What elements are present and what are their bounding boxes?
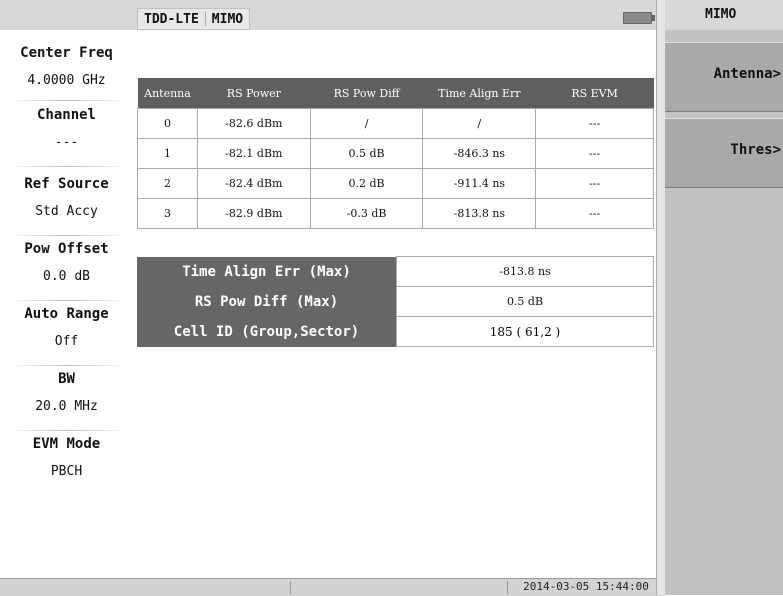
param-label: EVM Mode bbox=[32, 436, 101, 452]
cell: / bbox=[422, 108, 537, 139]
cell: -82.1 dBm bbox=[196, 138, 311, 169]
table-row: 1 -82.1 dBm 0.5 dB -846.3 ns --- bbox=[137, 138, 654, 169]
summary-label: Cell ID (Group,Sector) bbox=[137, 316, 397, 347]
mode-indicator: TDD-LTE MIMO bbox=[137, 8, 251, 30]
cell: 3 bbox=[137, 198, 198, 229]
param-pow-offset[interactable]: Pow Offset 0.0 dB bbox=[0, 241, 133, 284]
cell: -82.4 dBm bbox=[196, 168, 311, 199]
param-ref-source[interactable]: Ref Source Std Accy bbox=[0, 176, 133, 219]
cell: --- bbox=[535, 198, 654, 229]
softkey-panel: MIMO Antenna> Thres> bbox=[665, 0, 783, 595]
param-channel[interactable]: Channel --- bbox=[0, 107, 133, 150]
divider bbox=[8, 300, 128, 301]
param-bw[interactable]: BW 20.0 MHz bbox=[0, 371, 133, 414]
param-evm-mode[interactable]: EVM Mode PBCH bbox=[0, 436, 133, 479]
divider bbox=[8, 235, 128, 236]
divider bbox=[8, 365, 128, 366]
thres-softkey[interactable]: Thres> bbox=[665, 118, 783, 188]
param-auto-range[interactable]: Auto Range Off bbox=[0, 306, 133, 349]
divider bbox=[8, 166, 128, 167]
cell: 2 bbox=[137, 168, 198, 199]
cell: --- bbox=[535, 108, 654, 139]
param-value: 20.0 MHz bbox=[35, 399, 98, 414]
cell: -0.3 dB bbox=[309, 198, 424, 229]
status-bar: 2014-03-05 15:44:00 bbox=[0, 578, 665, 596]
column-header: Antenna bbox=[137, 78, 198, 109]
column-header: Time Align Err bbox=[422, 78, 536, 109]
cell: -813.8 ns bbox=[422, 198, 537, 229]
summary-label: RS Pow Diff (Max) bbox=[137, 286, 397, 317]
summary-value: 185 ( 61,2 ) bbox=[396, 316, 654, 347]
menu-title: MIMO bbox=[665, 0, 783, 30]
param-value: --- bbox=[54, 135, 79, 150]
param-label: Channel bbox=[36, 107, 96, 123]
summary-row: RS Pow Diff (Max) 0.5 dB bbox=[137, 286, 654, 317]
cell: --- bbox=[535, 138, 654, 169]
divider bbox=[8, 100, 128, 101]
summary-value: -813.8 ns bbox=[396, 256, 654, 287]
cell: -846.3 ns bbox=[422, 138, 537, 169]
param-value: 0.0 dB bbox=[43, 269, 90, 284]
param-label: Ref Source bbox=[24, 176, 109, 192]
param-label: Center Freq bbox=[20, 45, 113, 61]
cell: 0.2 dB bbox=[309, 168, 424, 199]
cell: / bbox=[309, 108, 424, 139]
status-datetime: 2014-03-05 15:44:00 bbox=[523, 580, 649, 593]
cell: 0.5 dB bbox=[309, 138, 424, 169]
cell: 1 bbox=[137, 138, 198, 169]
cell: -82.9 dBm bbox=[196, 198, 311, 229]
mode-label: TDD-LTE bbox=[144, 11, 199, 27]
param-value: Off bbox=[54, 334, 79, 349]
param-label: Auto Range bbox=[24, 306, 109, 322]
param-label: BW bbox=[58, 371, 75, 387]
param-label: Pow Offset bbox=[24, 241, 109, 257]
battery-icon bbox=[623, 12, 655, 24]
table-header-row: Antenna RS Power RS Pow Diff Time Align … bbox=[137, 78, 654, 109]
cell: -82.6 dBm bbox=[196, 108, 311, 139]
table-row: 0 -82.6 dBm / / --- bbox=[137, 108, 654, 139]
column-header: RS Pow Diff bbox=[310, 78, 423, 109]
antenna-softkey[interactable]: Antenna> bbox=[665, 42, 783, 112]
parameter-panel: Center Freq 4.0000 GHz Channel --- Ref S… bbox=[0, 30, 133, 578]
cell: --- bbox=[535, 168, 654, 199]
softkey-label: Antenna> bbox=[713, 66, 781, 82]
summary-table: Time Align Err (Max) -813.8 ns RS Pow Di… bbox=[137, 256, 654, 347]
param-value: PBCH bbox=[50, 464, 83, 479]
table-row: 3 -82.9 dBm -0.3 dB -813.8 ns --- bbox=[137, 198, 654, 229]
param-value: Std Accy bbox=[35, 204, 98, 219]
softkey-label: Thres> bbox=[730, 142, 781, 158]
submode-label: MIMO bbox=[211, 11, 244, 27]
status-divider bbox=[290, 581, 291, 594]
summary-row: Time Align Err (Max) -813.8 ns bbox=[137, 256, 654, 287]
column-header: RS Power bbox=[197, 78, 311, 109]
column-header: RS EVM bbox=[535, 78, 654, 109]
param-value: 4.0000 GHz bbox=[27, 73, 106, 88]
summary-row: Cell ID (Group,Sector) 185 ( 61,2 ) bbox=[137, 316, 654, 347]
cell: 0 bbox=[137, 108, 198, 139]
param-center-freq[interactable]: Center Freq 4.0000 GHz bbox=[0, 45, 133, 88]
summary-value: 0.5 dB bbox=[396, 286, 654, 317]
top-bar: TDD-LTE MIMO bbox=[0, 0, 665, 30]
summary-label: Time Align Err (Max) bbox=[137, 256, 397, 287]
cell: -911.4 ns bbox=[422, 168, 537, 199]
table-row: 2 -82.4 dBm 0.2 dB -911.4 ns --- bbox=[137, 168, 654, 199]
antenna-table: Antenna RS Power RS Pow Diff Time Align … bbox=[137, 78, 654, 229]
divider bbox=[8, 430, 128, 431]
